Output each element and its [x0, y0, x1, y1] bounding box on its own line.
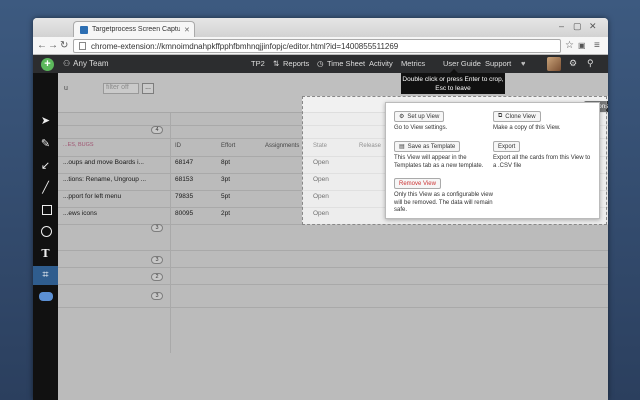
- nav-tp2[interactable]: TP2: [251, 59, 265, 68]
- menu-icon[interactable]: ≡: [594, 40, 600, 51]
- nav-bar: ← → ↻ chrome-extension://kmnoimdnahpkffp…: [33, 37, 608, 55]
- nav-activity[interactable]: Activity: [369, 59, 393, 68]
- set-up-view-button[interactable]: ⚙ Set up View: [394, 111, 445, 122]
- app-header: + ⚇ Any Team TP2 ⇅ Reports ◷ Time Sheet …: [33, 55, 608, 73]
- rectangle-tool-icon[interactable]: [42, 205, 52, 215]
- remove-view-desc: Only this View as a configurable view wi…: [394, 192, 493, 213]
- browser-tab[interactable]: Targetprocess Screen Captu ✕: [73, 21, 195, 37]
- save-as-template-label: Save as Template: [407, 143, 456, 150]
- remove-view-button[interactable]: Remove View: [394, 178, 441, 189]
- search-icon[interactable]: ⚲: [587, 58, 594, 69]
- team-icon: ⚇: [63, 59, 71, 68]
- copy-icon: ⧉: [498, 113, 503, 119]
- crop-hint-tooltip: Double click or press Enter to crop, Esc…: [401, 73, 505, 94]
- tab-title: Targetprocess Screen Captu: [92, 26, 180, 33]
- minimize-icon[interactable]: –: [559, 21, 564, 31]
- export-desc: Export all the cards from this View to a…: [493, 155, 591, 169]
- clone-view-desc: Make a copy of this View.: [493, 125, 561, 131]
- clock-icon: ◷: [317, 59, 324, 68]
- color-swatch[interactable]: [39, 292, 53, 301]
- dim-overlay: [302, 225, 608, 400]
- save-as-template-desc: This View will appear in the Templates t…: [394, 155, 484, 169]
- back-icon[interactable]: ←: [37, 40, 47, 51]
- dim-overlay: [58, 96, 302, 400]
- nav-user-guide[interactable]: User Guide: [443, 59, 481, 68]
- title-bar: Targetprocess Screen Captu ✕ – ▢ ✕: [33, 18, 608, 37]
- url-text: chrome-extension://kmnoimdnahpkffpphfbmh…: [91, 41, 399, 51]
- set-up-view-desc: Go to View settings.: [394, 125, 448, 131]
- save-as-template-button[interactable]: ▤ Save as Template: [394, 141, 461, 152]
- maximize-icon[interactable]: ▢: [573, 21, 582, 32]
- extension-icon[interactable]: ▣: [578, 41, 586, 50]
- nav-time-sheet[interactable]: Time Sheet: [327, 59, 365, 68]
- nav-reports[interactable]: Reports: [283, 59, 309, 68]
- nav-support[interactable]: Support: [485, 59, 511, 68]
- close-tab-icon[interactable]: ✕: [184, 26, 190, 34]
- team-selector[interactable]: ⚇ Any Team: [63, 59, 109, 68]
- clone-view-label: Clone View: [505, 113, 536, 120]
- set-up-view-label: Set up View: [407, 113, 440, 120]
- bookmark-star-icon[interactable]: ☆: [565, 40, 574, 51]
- template-icon: ▤: [399, 144, 405, 150]
- close-window-icon[interactable]: ✕: [589, 21, 597, 32]
- avatar[interactable]: [547, 57, 561, 71]
- arrow-tool-icon[interactable]: ↙: [39, 160, 52, 173]
- favicon-icon: [80, 25, 88, 34]
- line-tool-icon[interactable]: ╱: [39, 182, 52, 195]
- export-button[interactable]: Export: [493, 141, 521, 152]
- gear-icon: ⚙: [399, 114, 405, 120]
- pencil-icon[interactable]: ✎: [39, 138, 52, 151]
- team-name: Any Team: [73, 59, 109, 68]
- address-bar[interactable]: chrome-extension://kmnoimdnahpkffpphfbmh…: [73, 39, 561, 53]
- heart-icon[interactable]: ♥: [521, 59, 525, 68]
- forward-icon[interactable]: →: [48, 40, 58, 51]
- actions-popup: ⚙ Set up View Go to View settings. ⧉ Clo…: [385, 102, 600, 219]
- reload-icon[interactable]: ↻: [60, 40, 68, 51]
- dim-overlay: [58, 73, 608, 96]
- select-arrow-icon[interactable]: ➤: [39, 115, 52, 128]
- clone-view-button[interactable]: ⧉ Clone View: [493, 111, 541, 122]
- page-icon: [79, 42, 86, 50]
- reports-icon: ⇅: [273, 59, 280, 68]
- text-tool-icon[interactable]: T: [39, 247, 52, 260]
- add-button[interactable]: +: [41, 58, 54, 71]
- crop-tool-icon[interactable]: ⌗: [33, 266, 58, 285]
- nav-metrics[interactable]: Metrics: [401, 59, 425, 68]
- ellipse-tool-icon[interactable]: [41, 226, 52, 237]
- gear-icon[interactable]: ⚙: [569, 58, 577, 69]
